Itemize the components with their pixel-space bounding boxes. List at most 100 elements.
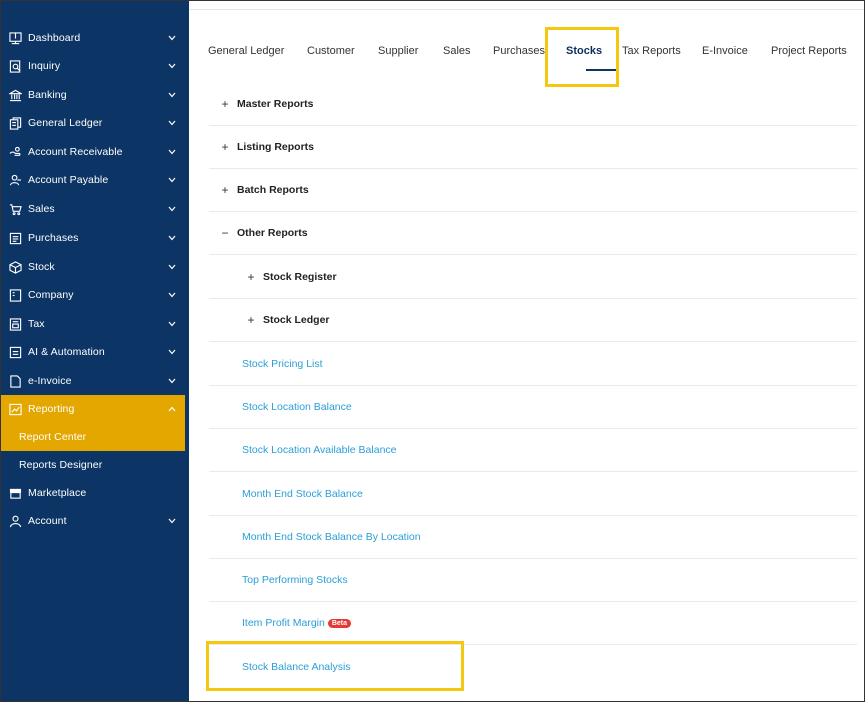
sidebar-item-label: Report Center [19,431,87,443]
sidebar-item-label: AI & Automation [28,346,105,358]
chevron-down-icon [167,349,177,355]
chevron-down-icon [167,120,177,126]
chevron-down-icon [167,264,177,270]
tab-e-invoice[interactable]: E-Invoice [702,45,748,57]
report-link-stock-balance-analysis[interactable]: Stock Balance Analysis [209,645,857,688]
chevron-up-icon [167,406,177,412]
app-window: Dashboard Inquiry Banking General Ledger… [0,0,865,702]
expand-icon: + [221,183,229,197]
dashboard-icon [8,31,22,45]
group-title: Master Reports [237,98,314,110]
group-title: Batch Reports [237,184,309,196]
report-link-label[interactable]: Top Performing Stocks [242,574,348,586]
ledger-icon [8,116,22,130]
tab-purchases[interactable]: Purchases [493,45,545,57]
report-link-label[interactable]: Stock Location Available Balance [242,444,397,456]
report-link-month-end-stock-balance-by-location[interactable]: Month End Stock Balance By Location [209,516,857,559]
report-link-label[interactable]: Stock Pricing List [242,358,323,370]
ai-icon [8,345,22,359]
report-link-top-performing-stocks[interactable]: Top Performing Stocks [209,559,857,602]
sidebar-item-stock[interactable]: Stock [1,253,185,281]
tab-tax-reports[interactable]: Tax Reports [622,45,681,57]
sidebar-item-general-ledger[interactable]: General Ledger [1,109,185,137]
tab-customer[interactable]: Customer [307,45,355,57]
sidebar-item-dashboard[interactable]: Dashboard [1,24,185,52]
chevron-down-icon [167,321,177,327]
sidebar-item-e-invoice[interactable]: e-Invoice [1,367,185,395]
divider [189,9,864,10]
report-link-stock-location-balance[interactable]: Stock Location Balance [209,386,857,429]
sidebar-item-marketplace[interactable]: Marketplace [1,479,185,507]
sidebar-item-account-receivable[interactable]: Account Receivable [1,138,185,166]
sidebar-item-label: Banking [28,89,67,101]
sidebar-item-label: Purchases [28,232,79,244]
tab-general-ledger[interactable]: General Ledger [208,45,284,57]
sidebar-item-banking[interactable]: Banking [1,81,185,109]
report-link-label[interactable]: Item Profit Margin Beta [242,617,352,629]
chevron-down-icon [167,177,177,183]
sidebar-item-account-payable[interactable]: Account Payable [1,166,185,194]
sidebar-item-label: Account Payable [28,174,109,186]
chevron-down-icon [167,149,177,155]
chart-icon [8,402,22,416]
tab-project-reports[interactable]: Project Reports [771,45,847,57]
report-link-label[interactable]: Month End Stock Balance By Location [242,531,421,543]
receivable-icon [8,145,22,159]
sidebar-item-label: Inquiry [28,60,61,72]
group-other-reports[interactable]: − Other Reports [209,212,857,255]
tab-stocks[interactable]: Stocks [566,45,602,57]
chevron-down-icon [167,35,177,41]
expand-icon: + [221,140,229,154]
chevron-down-icon [167,206,177,212]
sidebar-item-label: Account [28,515,67,527]
subgroup-stock-register[interactable]: + Stock Register [209,256,857,299]
sidebar-item-label: Dashboard [28,32,81,44]
chevron-down-icon [167,378,177,384]
report-link-stock-location-available-balance[interactable]: Stock Location Available Balance [209,429,857,472]
chevron-down-icon [167,92,177,98]
sidebar-item-tax[interactable]: Tax [1,310,185,338]
sidebar-item-purchases[interactable]: Purchases [1,224,185,252]
sidebar-item-label: Account Receivable [28,146,123,158]
sidebar-item-label: Company [28,289,74,301]
chevron-down-icon [167,235,177,241]
sidebar-item-sales[interactable]: Sales [1,195,185,223]
sidebar-item-reports-designer[interactable]: Reports Designer [1,451,185,479]
purchases-icon [8,231,22,245]
chevron-down-icon [167,518,177,524]
group-master-reports[interactable]: + Master Reports [209,83,857,126]
group-listing-reports[interactable]: + Listing Reports [209,126,857,169]
sidebar-item-report-center[interactable]: Report Center [1,423,185,451]
sidebar: Dashboard Inquiry Banking General Ledger… [1,1,189,701]
report-link-stock-pricing-list[interactable]: Stock Pricing List [209,343,857,386]
subgroup-title: Stock Ledger [263,314,330,326]
report-link-item-profit-margin[interactable]: Item Profit Margin Beta [209,602,857,645]
tax-icon [8,317,22,331]
inquiry-icon [8,59,22,73]
sidebar-item-inquiry[interactable]: Inquiry [1,52,185,80]
tab-supplier[interactable]: Supplier [378,45,418,57]
sidebar-item-reporting[interactable]: Reporting [1,395,185,423]
sidebar-item-label: e-Invoice [28,375,72,387]
expand-icon: + [221,97,229,111]
report-link-label[interactable]: Stock Location Balance [242,401,352,413]
tab-sales[interactable]: Sales [443,45,471,57]
sidebar-item-ai-automation[interactable]: AI & Automation [1,338,185,366]
subgroup-stock-ledger[interactable]: + Stock Ledger [209,299,857,342]
sidebar-item-label: Reporting [28,403,75,415]
sidebar-item-label: Reports Designer [19,459,103,471]
group-title: Other Reports [237,227,308,239]
document-icon [8,374,22,388]
sidebar-item-company[interactable]: Company [1,281,185,309]
active-tab-indicator [586,69,616,71]
main-content: General Ledger Customer Supplier Sales P… [189,1,864,701]
chevron-down-icon [167,292,177,298]
report-link-label[interactable]: Month End Stock Balance [242,488,363,500]
chevron-down-icon [167,63,177,69]
beta-badge: Beta [327,618,352,628]
report-link-text: Item Profit Margin [242,617,325,629]
sidebar-item-account[interactable]: Account [1,507,185,535]
report-link-month-end-stock-balance[interactable]: Month End Stock Balance [209,473,857,516]
report-link-label[interactable]: Stock Balance Analysis [242,661,351,673]
group-batch-reports[interactable]: + Batch Reports [209,169,857,212]
